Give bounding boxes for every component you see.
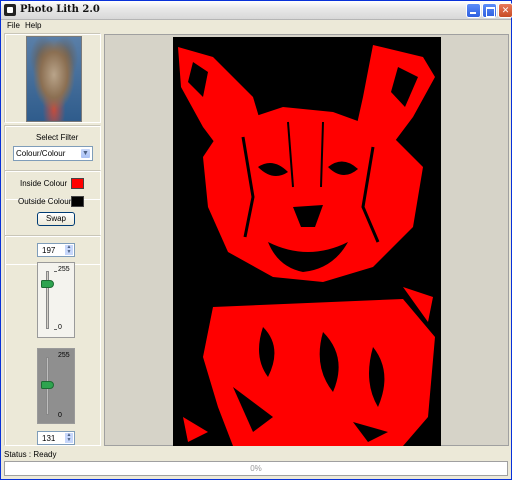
lower-threshold-value: 131 [42,434,56,443]
progress-bar: 0% [4,461,508,476]
upper-threshold-value: 197 [42,246,56,255]
canvas-area [104,34,509,446]
upper-threshold-slider[interactable]: 255 0 [37,262,75,338]
filter-label: Select Filter [36,133,79,142]
inside-colour-swatch[interactable] [71,178,84,189]
tick-mark [54,271,57,272]
maximize-button[interactable] [482,3,497,18]
spin-arrows-icon[interactable]: ▲ ▼ [65,245,73,255]
control-panel: Select Filter Colour/Colour ▼ Inside Col… [4,33,101,446]
swap-button[interactable]: Swap [37,212,75,226]
outside-colour-label: Outside Colour [18,197,72,206]
source-thumbnail[interactable] [26,36,82,122]
outside-colour-swatch[interactable] [71,196,84,207]
upper-slider-thumb[interactable] [41,280,54,289]
menu-help[interactable]: Help [25,21,41,30]
upper-max-label: 255 [58,266,70,273]
lower-slider-thumb[interactable] [41,381,54,390]
upper-min-label: 0 [58,324,62,331]
lower-threshold-slider[interactable]: 255 0 [37,348,75,424]
lith-output-image[interactable] [173,37,441,446]
lower-min-label: 0 [58,412,62,419]
lower-threshold-spinbox[interactable]: 131 ▲ ▼ [37,431,75,445]
filter-select[interactable]: Colour/Colour ▼ [13,146,93,161]
app-window: Photo Lith 2.0 ✕ File Help Select Filter… [0,0,512,480]
minimize-button[interactable] [466,3,481,18]
chevron-down-icon[interactable]: ▼ [80,148,91,159]
window-title: Photo Lith 2.0 [20,4,100,15]
lower-max-label: 255 [58,352,70,359]
inside-colour-label: Inside Colour [20,179,68,188]
menu-file[interactable]: File [7,21,20,30]
filter-selected-value: Colour/Colour [16,149,66,158]
close-button[interactable]: ✕ [498,3,512,18]
thumbnail-group [4,33,101,123]
spin-arrows-icon[interactable]: ▲ ▼ [65,433,73,443]
menu-bar: File Help [1,20,511,33]
progress-text: 0% [250,464,262,473]
status-text: Status : Ready [4,450,57,459]
tick-mark [54,329,57,330]
lith-artwork [173,37,441,446]
app-icon [4,4,16,16]
title-bar[interactable]: Photo Lith 2.0 ✕ [1,1,512,20]
upper-threshold-spinbox[interactable]: 197 ▲ ▼ [37,243,75,257]
